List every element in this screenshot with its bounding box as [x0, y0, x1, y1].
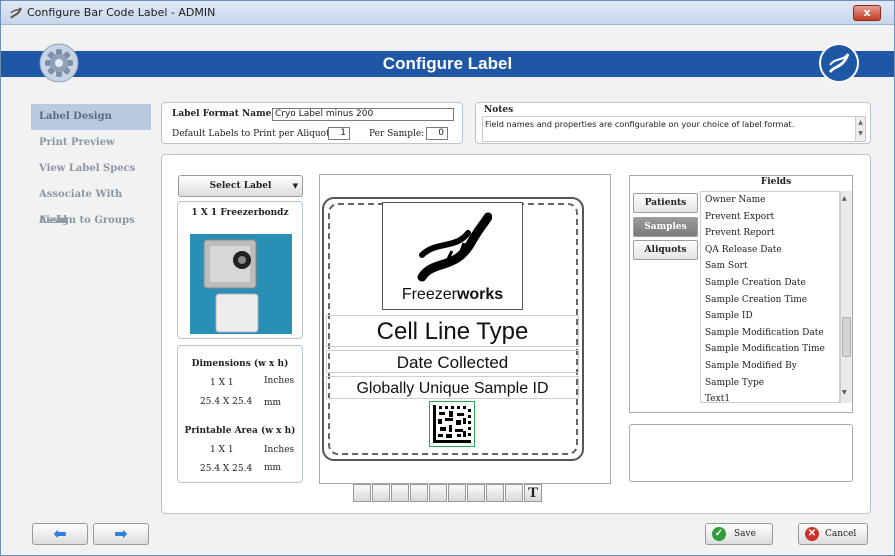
- cancel-label: Cancel: [825, 529, 857, 539]
- sidebar-item-associate-with-field[interactable]: Associate With Field: [31, 182, 151, 226]
- gear-icon: [39, 43, 79, 83]
- label-format-name-input[interactable]: Cryo Label minus 200: [272, 108, 454, 121]
- notes-title: Notes: [484, 105, 514, 115]
- notes-scrollbar[interactable]: ▲ ▼: [855, 117, 865, 141]
- list-item[interactable]: Sample ID: [701, 308, 839, 325]
- label-field-sample-id[interactable]: Globally Unique Sample ID: [326, 376, 579, 399]
- image-tool-icon[interactable]: [505, 484, 523, 502]
- align-bottom-icon[interactable]: [410, 484, 428, 502]
- fields-header: Fields: [760, 177, 792, 187]
- printable-area-title: Printable Area (w x h): [184, 426, 296, 436]
- scroll-up-icon[interactable]: ▲: [842, 195, 847, 202]
- sidebar-nav: Label Design Print Preview View Label Sp…: [31, 104, 151, 504]
- label-field-date-collected[interactable]: Date Collected: [326, 350, 579, 373]
- scroll-down-icon[interactable]: ▼: [842, 389, 847, 396]
- list-item[interactable]: Sample Creation Time: [701, 292, 839, 309]
- list-item[interactable]: Sample Modified By: [701, 358, 839, 375]
- per-sample-label: Per Sample:: [369, 129, 425, 139]
- printable-mm-value: 25.4 X 25.4: [200, 464, 253, 474]
- tab-samples[interactable]: Samples: [633, 217, 698, 237]
- logo-text-bold: works: [456, 286, 504, 303]
- logo-wordmark: Freezerworks: [383, 286, 522, 304]
- arrow-right-icon: ➡: [114, 524, 128, 543]
- dimensions-mm-value: 25.4 X 25.4: [200, 397, 253, 407]
- list-item[interactable]: Prevent Report: [701, 225, 839, 242]
- per-sample-input[interactable]: 0: [426, 127, 448, 140]
- checkmark-icon: ✓: [712, 527, 726, 541]
- notes-textarea[interactable]: Field names and properties are configura…: [482, 116, 866, 142]
- field-description-panel: [629, 424, 853, 482]
- list-item[interactable]: Owner Name: [701, 192, 839, 209]
- list-item[interactable]: Prevent Export: [701, 209, 839, 226]
- list-item[interactable]: Sample Modification Date: [701, 325, 839, 342]
- label-info-panel: 1 X 1 Freezerbondz: [177, 201, 303, 339]
- align-right-icon[interactable]: [391, 484, 409, 502]
- freezerworks-logo-icon: [819, 43, 859, 83]
- dimensions-title: Dimensions (w x h): [191, 359, 289, 369]
- app-icon: [10, 7, 22, 19]
- dimensions-panel: Dimensions (w x h) 1 X 1 Inches 25.4 X 2…: [177, 345, 303, 483]
- dimensions-inches-unit: Inches: [264, 376, 295, 386]
- notes-panel: Notes Field names and properties are con…: [475, 102, 871, 144]
- printable-mm-unit: mm: [264, 463, 282, 473]
- default-labels-label: Default Labels to Print per Aliquot:: [172, 129, 333, 139]
- list-item[interactable]: Sample Creation Date: [701, 275, 839, 292]
- list-item[interactable]: Sample Type: [701, 375, 839, 392]
- select-label-text: Select Label: [209, 181, 272, 191]
- distribute-horizontal-icon[interactable]: [467, 484, 485, 502]
- dropdown-arrow-icon: ▼: [292, 181, 298, 190]
- align-left-icon[interactable]: [353, 484, 371, 502]
- align-top-icon[interactable]: [448, 484, 466, 502]
- label-field-cell-line-type[interactable]: Cell Line Type: [326, 315, 579, 347]
- title-bar: Configure Bar Code Label - ADMIN x: [1, 1, 894, 25]
- dimensions-mm-unit: mm: [264, 398, 282, 408]
- list-item[interactable]: QA Release Date: [701, 242, 839, 259]
- tab-patients[interactable]: Patients: [633, 193, 698, 213]
- header-bar: Configure Label: [1, 51, 894, 77]
- save-button[interactable]: ✓ Save: [705, 523, 773, 545]
- sidebar-item-view-label-specs[interactable]: View Label Specs: [31, 156, 151, 182]
- dialog-window: Configure Bar Code Label - ADMIN x Confi…: [0, 0, 895, 556]
- freezerworks-helix-icon: [417, 212, 492, 282]
- printable-inches-value: 1 X 1: [210, 445, 234, 455]
- distribute-vertical-icon[interactable]: [486, 484, 504, 502]
- label-format-panel: Label Format Name: Cryo Label minus 200 …: [161, 102, 463, 144]
- scroll-thumb[interactable]: [842, 317, 851, 357]
- sidebar-item-label-design[interactable]: Label Design: [31, 104, 151, 130]
- cancel-x-icon: ✕: [805, 527, 819, 541]
- select-label-button[interactable]: Select Label ▼: [178, 175, 303, 197]
- cancel-button[interactable]: ✕ Cancel: [798, 523, 868, 545]
- list-item[interactable]: Sam Sort: [701, 258, 839, 275]
- sidebar-item-assign-to-groups[interactable]: Assign to Groups: [31, 208, 151, 234]
- dimensions-inches-value: 1 X 1: [210, 378, 234, 388]
- text-tool-icon[interactable]: T: [524, 484, 542, 502]
- default-labels-input[interactable]: 1: [328, 127, 350, 140]
- alignment-toolbar: T: [353, 484, 579, 502]
- datamatrix-barcode[interactable]: [429, 401, 475, 447]
- fields-list: Owner Name Prevent Export Prevent Report…: [700, 191, 840, 403]
- logo-field[interactable]: Freezerworks: [382, 202, 523, 310]
- back-arrow-button[interactable]: ⬅: [32, 523, 88, 545]
- label-photo-image: [190, 234, 292, 334]
- arrow-left-icon: ⬅: [53, 524, 67, 543]
- save-label: Save: [734, 529, 756, 539]
- page-title: Configure Label: [382, 54, 513, 73]
- close-button[interactable]: x: [853, 5, 881, 21]
- list-item[interactable]: Text1: [701, 391, 839, 402]
- forward-arrow-button[interactable]: ➡: [93, 523, 149, 545]
- sidebar-item-print-preview[interactable]: Print Preview: [31, 130, 151, 156]
- label-format-name-label: Label Format Name:: [172, 109, 275, 119]
- printable-inches-unit: Inches: [264, 445, 295, 455]
- logo-text-light: Freezer: [401, 286, 457, 303]
- window-title: Configure Bar Code Label - ADMIN: [27, 6, 216, 19]
- tab-aliquots[interactable]: Aliquots: [633, 240, 698, 260]
- list-item[interactable]: Sample Modification Time: [701, 341, 839, 358]
- align-center-icon[interactable]: [372, 484, 390, 502]
- notes-text: Field names and properties are configura…: [485, 119, 795, 129]
- align-middle-icon[interactable]: [429, 484, 447, 502]
- fields-scrollbar[interactable]: ▲ ▼: [840, 191, 852, 403]
- label-type-name: 1 X 1 Freezerbondz: [191, 208, 289, 218]
